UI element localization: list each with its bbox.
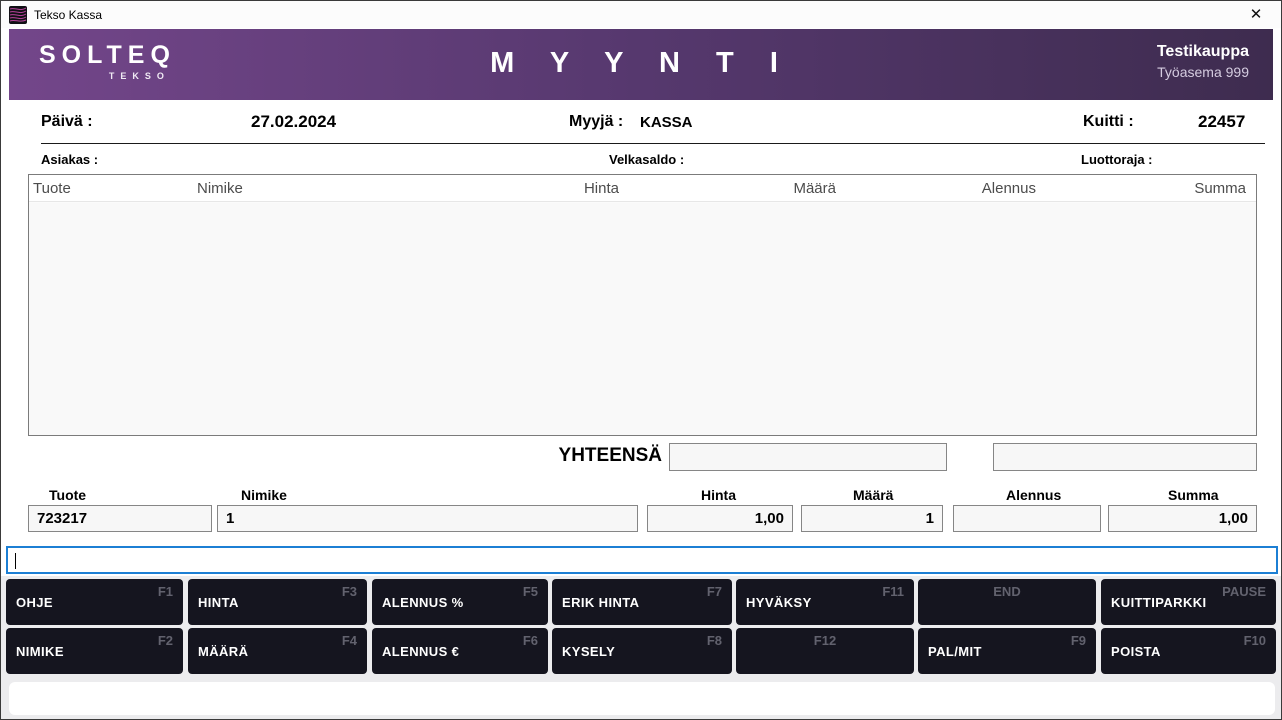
close-button[interactable]: ✕ — [1241, 1, 1271, 27]
store-name: Testikauppa — [1157, 43, 1249, 61]
window-title: Tekso Kassa — [34, 8, 102, 22]
column-header-maara: Määrä — [619, 180, 836, 197]
column-header-summa: Summa — [1036, 180, 1246, 197]
fkey-shortcut: F4 — [342, 633, 357, 648]
entry-label-maara: Määrä — [853, 487, 893, 503]
fkey-label: MÄÄRÄ — [198, 644, 248, 659]
fkey-kysely[interactable]: KYSELY F8 — [552, 628, 732, 674]
fkey-shortcut: F12 — [736, 633, 914, 648]
fkey-shortcut: F2 — [158, 633, 173, 648]
item-name-field[interactable] — [217, 505, 638, 532]
fkey-shortcut: F1 — [158, 584, 173, 599]
total-amount-field[interactable] — [669, 443, 947, 471]
price-field[interactable] — [647, 505, 793, 532]
fkey-label: ALENNUS % — [382, 595, 464, 610]
text-caret — [15, 553, 16, 569]
entry-label-hinta: Hinta — [701, 487, 736, 503]
fkey-label: ALENNUS € — [382, 644, 459, 659]
fkey-poista[interactable]: POISTA F10 — [1101, 628, 1276, 674]
function-key-panel: OHJE F1 HINTA F3 ALENNUS % F5 ERIK HINTA… — [1, 576, 1281, 719]
solteq-wave-icon — [9, 6, 27, 24]
fkey-alennus-prosentti[interactable]: ALENNUS % F5 — [372, 579, 548, 625]
entry-label-summa: Summa — [1168, 487, 1219, 503]
fkey-label: KUITTIPARKKI — [1111, 595, 1207, 610]
date-value: 27.02.2024 — [251, 112, 336, 132]
command-input[interactable] — [6, 546, 1278, 574]
status-bar — [9, 682, 1275, 715]
terminal-id: Työasema 999 — [1157, 64, 1249, 80]
fkey-shortcut: F3 — [342, 584, 357, 599]
sale-items-table[interactable]: Tuote Nimike Hinta Määrä Alennus Summa — [28, 174, 1257, 436]
fkey-shortcut: F6 — [523, 633, 538, 648]
quantity-field[interactable] — [801, 505, 943, 532]
customer-label: Asiakas : — [41, 152, 98, 167]
fkey-shortcut: PAUSE — [1222, 584, 1266, 599]
entry-label-alennus: Alennus — [1006, 487, 1061, 503]
fkey-shortcut: F10 — [1244, 633, 1266, 648]
fkey-erik-hinta[interactable]: ERIK HINTA F7 — [552, 579, 732, 625]
fkey-label: HINTA — [198, 595, 239, 610]
app-window: Tekso Kassa ✕ SOLTEQ TEKSO M Y Y N T I T… — [0, 0, 1282, 720]
fkey-hyvaksy[interactable]: HYVÄKSY F11 — [736, 579, 914, 625]
fkey-label: KYSELY — [562, 644, 615, 659]
fkey-shortcut: F8 — [707, 633, 722, 648]
fkey-hinta[interactable]: HINTA F3 — [188, 579, 367, 625]
fkey-shortcut: F5 — [523, 584, 538, 599]
page-title: M Y Y N T I — [9, 47, 1273, 80]
fkey-label: NIMIKE — [16, 644, 64, 659]
store-info: Testikauppa Työasema 999 — [1157, 43, 1249, 80]
titlebar: Tekso Kassa ✕ — [1, 1, 1281, 28]
column-header-alennus: Alennus — [836, 180, 1036, 197]
fkey-alennus-euro[interactable]: ALENNUS € F6 — [372, 628, 548, 674]
table-body-empty — [29, 203, 1256, 435]
fkey-shortcut: F7 — [707, 584, 722, 599]
total-secondary-field[interactable] — [993, 443, 1257, 471]
fkey-label: PAL/MIT — [928, 644, 982, 659]
entry-label-nimike: Nimike — [241, 487, 287, 503]
fkey-shortcut: END — [918, 584, 1096, 599]
table-header-row: Tuote Nimike Hinta Määrä Alennus Summa — [29, 175, 1256, 202]
column-header-tuote: Tuote — [33, 180, 197, 197]
fkey-ohje[interactable]: OHJE F1 — [6, 579, 183, 625]
fkey-shortcut: F9 — [1071, 633, 1086, 648]
fkey-kuittiparkki[interactable]: KUITTIPARKKI PAUSE — [1101, 579, 1276, 625]
receipt-number: 22457 — [1198, 112, 1245, 132]
header-banner: SOLTEQ TEKSO M Y Y N T I Testikauppa Työ… — [9, 29, 1273, 100]
fkey-label: HYVÄKSY — [746, 595, 812, 610]
credit-limit-label: Luottoraja : — [1081, 152, 1153, 167]
entry-label-tuote: Tuote — [49, 487, 86, 503]
cashier-value: KASSA — [640, 114, 693, 131]
debt-label: Velkasaldo : — [609, 152, 684, 167]
fkey-f12-blank[interactable]: F12 — [736, 628, 914, 674]
fkey-end-blank[interactable]: END — [918, 579, 1096, 625]
discount-field[interactable] — [953, 505, 1101, 532]
fkey-label: ERIK HINTA — [562, 595, 639, 610]
sum-field[interactable] — [1108, 505, 1257, 532]
total-label: YHTEENSÄ — [559, 445, 662, 467]
date-label: Päivä : — [41, 113, 93, 131]
product-code-field[interactable] — [28, 505, 212, 532]
divider-line — [41, 143, 1265, 144]
fkey-label: POISTA — [1111, 644, 1161, 659]
fkey-label: OHJE — [16, 595, 53, 610]
cashier-label: Myyjä : — [569, 113, 623, 131]
column-header-nimike: Nimike — [197, 180, 499, 197]
fkey-maara[interactable]: MÄÄRÄ F4 — [188, 628, 367, 674]
fkey-nimike[interactable]: NIMIKE F2 — [6, 628, 183, 674]
receipt-label: Kuitti : — [1083, 113, 1134, 131]
column-header-hinta: Hinta — [499, 180, 619, 197]
fkey-pal-mit[interactable]: PAL/MIT F9 — [918, 628, 1096, 674]
fkey-shortcut: F11 — [882, 584, 904, 599]
